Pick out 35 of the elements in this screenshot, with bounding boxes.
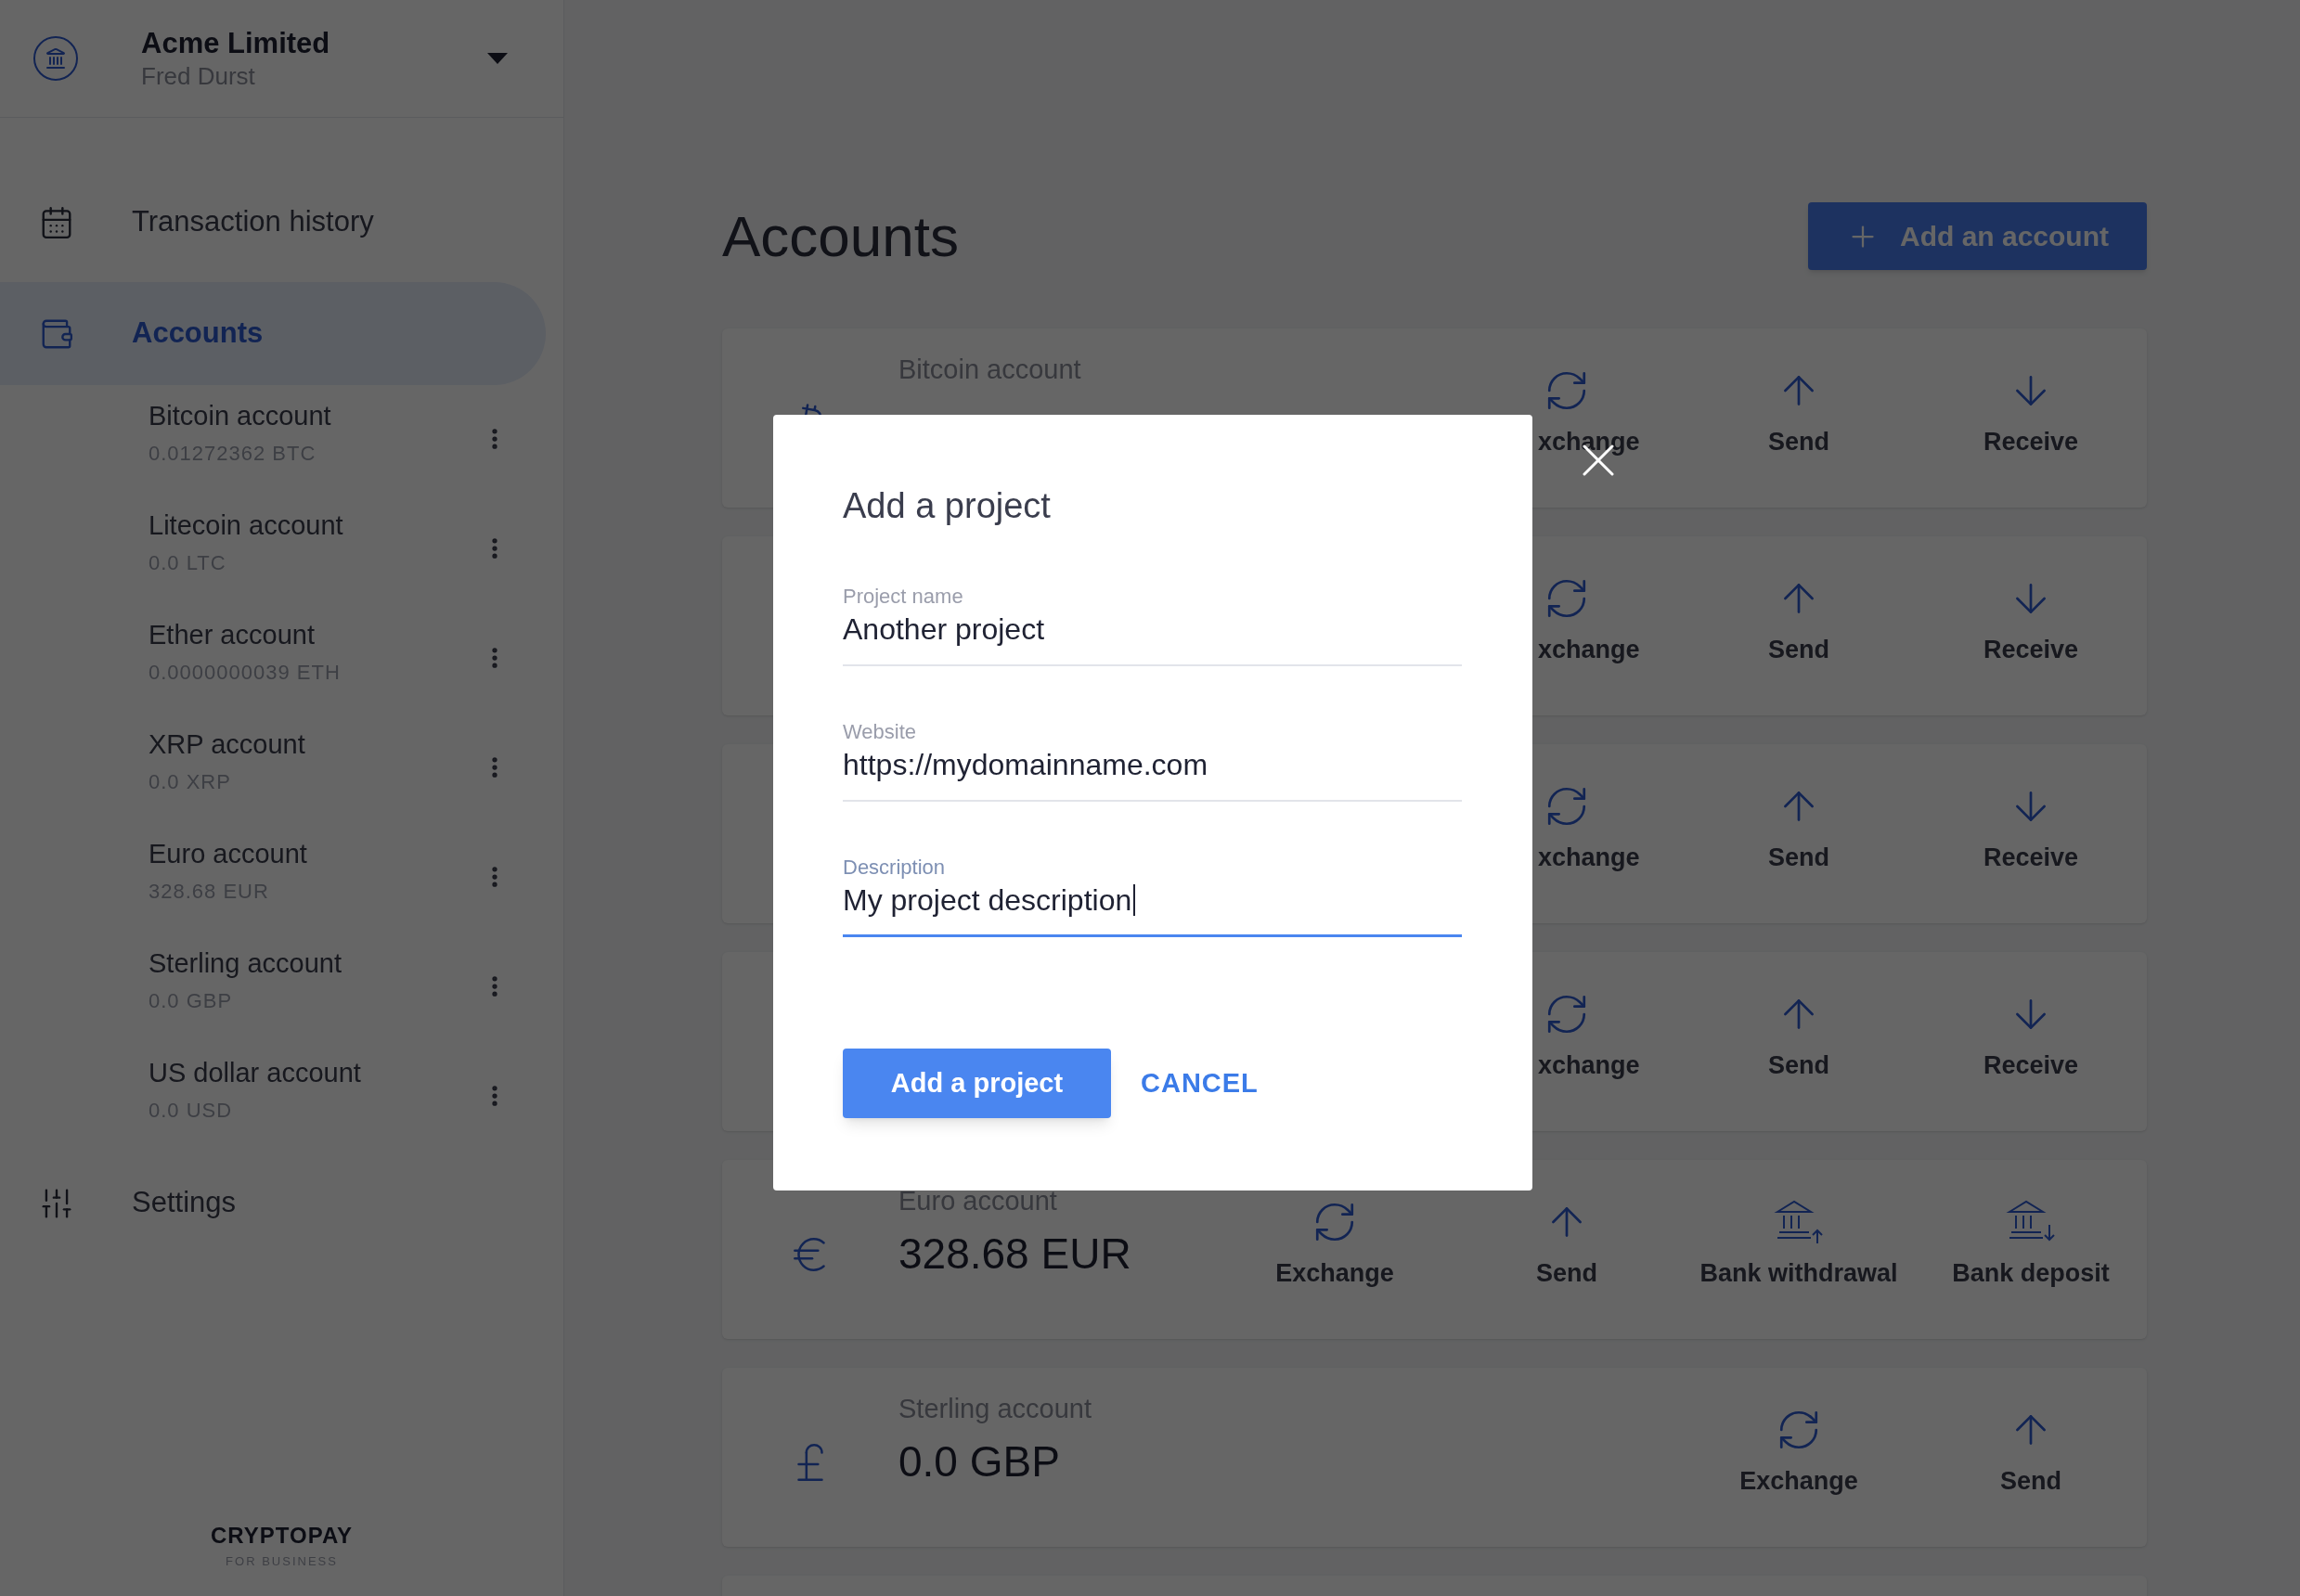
account-action[interactable]: Receive xyxy=(1915,536,2147,715)
account-action[interactable]: Receive xyxy=(1915,328,2147,508)
account-action[interactable]: Receive xyxy=(1915,744,2147,923)
brand-name: CRYPTOPAY xyxy=(210,1521,353,1550)
account-action[interactable]: xchange xyxy=(1451,952,1683,1131)
account-action[interactable]: Bank withdrawal xyxy=(1683,1160,1915,1339)
text-cursor xyxy=(1133,884,1136,916)
account-balance: 0.0 GBP xyxy=(898,1436,1061,1487)
account-action[interactable]: Exchange xyxy=(1683,1368,1915,1547)
account-action[interactable]: Send xyxy=(1683,952,1915,1131)
cancel-button[interactable]: CANCEL xyxy=(1141,1062,1259,1104)
account-action[interactable]: Bank deposit xyxy=(1915,1160,2147,1339)
dialog-title: Add a project xyxy=(843,485,1052,526)
page-title: Accounts xyxy=(722,203,960,270)
bank-arrow-up-icon xyxy=(1774,1199,1824,1245)
company-name: Acme Limited xyxy=(141,26,330,61)
input-field[interactable]: Website https://mydomainname.com xyxy=(843,720,1462,802)
account-balance: 328.68 EUR xyxy=(898,1229,1131,1280)
nav-item[interactable]: Settings xyxy=(0,1152,546,1255)
account-action[interactable]: Send xyxy=(1683,744,1915,923)
account-action[interactable]: Receive xyxy=(1915,952,2147,1131)
bank-icon xyxy=(33,36,78,81)
caret-icon[interactable] xyxy=(487,53,508,64)
account-action[interactable]: Send xyxy=(1683,536,1915,715)
input-field[interactable]: Project name Another project xyxy=(843,585,1462,666)
account-action[interactable]: xchange xyxy=(1451,328,1683,508)
account-action[interactable]: Send xyxy=(1451,1160,1683,1339)
input-field[interactable]: Description My project description xyxy=(843,856,1462,937)
add-project-button[interactable]: Add a project xyxy=(843,1049,1111,1118)
add-account-button[interactable]: Add an account xyxy=(1808,202,2147,270)
nav-item[interactable]: Accounts xyxy=(0,282,546,385)
account-action[interactable]: Exchange xyxy=(1219,1160,1451,1339)
account-action[interactable]: Send xyxy=(1683,328,1915,508)
account-action[interactable]: Send xyxy=(1915,1368,2147,1547)
nav-item[interactable]: Transaction history xyxy=(0,171,546,274)
